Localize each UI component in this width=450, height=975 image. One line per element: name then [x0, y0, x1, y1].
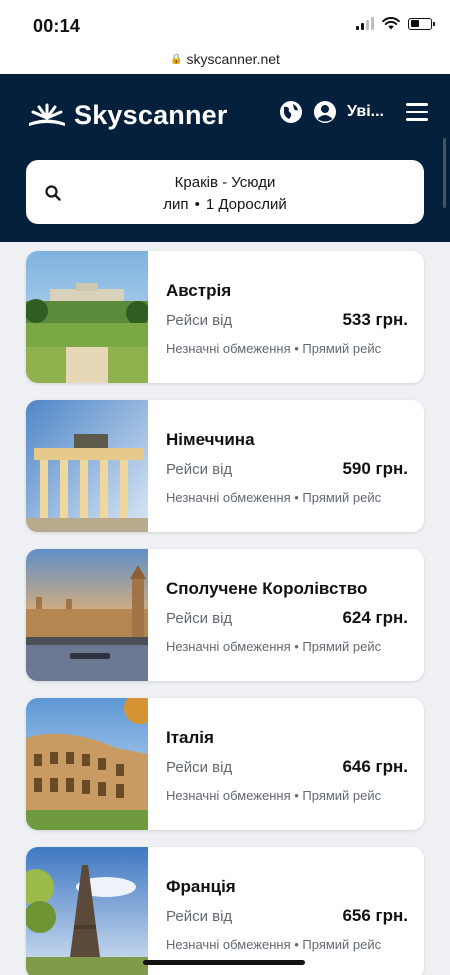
card-body: Німеччина Рейси від 590 грн. Незначні об… [166, 400, 408, 532]
hamburger-menu-icon[interactable] [406, 103, 428, 121]
flights-from-label: Рейси від [166, 312, 233, 329]
scrollbar[interactable] [443, 138, 446, 208]
destination-photo [26, 400, 148, 532]
lock-icon: 🔒 [170, 53, 183, 65]
price: 646 грн. [342, 757, 408, 776]
battery-icon [408, 17, 435, 30]
flight-tags: Незначні обмеження • Прямий рейс [166, 788, 382, 803]
flights-from-label: Рейси від [166, 908, 233, 925]
url-bar[interactable]: 🔒 skyscanner.net [0, 44, 450, 74]
card-body: Австрія Рейси від 533 грн. Незначні обме… [166, 251, 408, 383]
card-body: Італія Рейси від 646 грн. Незначні обмеж… [166, 698, 408, 830]
search-details: лип • 1 Дорослий [163, 196, 287, 213]
country-name: Італія [166, 728, 214, 747]
flight-type-label: Прямий рейс [302, 490, 382, 505]
flight-tags: Незначні обмеження • Прямий рейс [166, 490, 382, 505]
search-month: лип [163, 196, 189, 213]
flights-from-label: Рейси від [166, 610, 233, 627]
card-body: Сполучене Королівство Рейси від 624 грн.… [166, 549, 408, 681]
brand-name: Skyscanner [74, 100, 228, 130]
user-icon[interactable] [313, 100, 337, 124]
price: 533 грн. [342, 310, 408, 329]
skyscanner-logo-icon [29, 103, 65, 126]
card-body: Франція Рейси від 656 грн. Незначні обме… [166, 847, 408, 975]
login-link[interactable]: Уві... [347, 103, 384, 121]
restrictions-label: Незначні обмеження [166, 937, 291, 952]
status-time: 00:14 [33, 16, 81, 36]
restrictions-label: Незначні обмеження [166, 788, 291, 803]
search-route: Краків - Усюди [174, 174, 276, 191]
globe-icon[interactable] [279, 100, 303, 124]
destination-photo [26, 847, 148, 975]
url-text: skyscanner.net [186, 51, 280, 67]
destination-card-france[interactable]: Франція Рейси від 656 грн. Незначні обме… [26, 847, 424, 975]
flight-type-label: Прямий рейс [302, 639, 382, 654]
search-icon [45, 185, 61, 201]
country-name: Сполучене Королівство [166, 579, 368, 598]
price: 624 грн. [342, 608, 408, 627]
status-icons [356, 17, 435, 30]
flight-tags: Незначні обмеження • Прямий рейс [166, 639, 382, 654]
flight-type-label: Прямий рейс [302, 788, 382, 803]
country-name: Австрія [166, 281, 232, 300]
price: 656 грн. [342, 906, 408, 925]
destination-card-austria[interactable]: Австрія Рейси від 533 грн. Незначні обме… [26, 251, 424, 383]
search-travellers: 1 Дорослий [205, 196, 287, 213]
destination-photo [26, 251, 148, 383]
destination-photo [26, 549, 148, 681]
destination-card-germany[interactable]: Німеччина Рейси від 590 грн. Незначні об… [26, 400, 424, 532]
restrictions-label: Незначні обмеження [166, 341, 291, 356]
flights-from-label: Рейси від [166, 461, 233, 478]
flights-from-label: Рейси від [166, 759, 233, 776]
restrictions-label: Незначні обмеження [166, 639, 291, 654]
home-indicator[interactable] [143, 960, 305, 965]
destination-card-united-kingdom[interactable]: Сполучене Королівство Рейси від 624 грн.… [26, 549, 424, 681]
app-header: Skyscanner Уві... Краків - Усюди лип • 1 Д… [0, 74, 450, 242]
wifi-icon [382, 17, 400, 30]
destination-card-italy[interactable]: Італія Рейси від 646 грн. Незначні обмеж… [26, 698, 424, 830]
header-actions: Уві... [279, 100, 428, 124]
flight-type-label: Прямий рейс [302, 937, 382, 952]
status-bar: 00:14 [0, 0, 450, 44]
restrictions-label: Незначні обмеження [166, 490, 291, 505]
destination-photo [26, 698, 148, 830]
flight-tags: Незначні обмеження • Прямий рейс [166, 937, 382, 952]
signal-icon [356, 17, 374, 30]
flight-tags: Незначні обмеження • Прямий рейс [166, 341, 382, 356]
country-name: Франція [166, 877, 236, 896]
search-summary[interactable]: Краків - Усюди лип • 1 Дорослий [26, 160, 424, 224]
price: 590 грн. [342, 459, 408, 478]
flight-type-label: Прямий рейс [302, 341, 382, 356]
results-list: Австрія Рейси від 533 грн. Незначні обме… [0, 242, 450, 975]
skyscanner-logo[interactable]: Skyscanner [26, 100, 228, 131]
search-text: Краків - Усюди лип • 1 Дорослий [74, 172, 376, 216]
country-name: Німеччина [166, 430, 255, 449]
